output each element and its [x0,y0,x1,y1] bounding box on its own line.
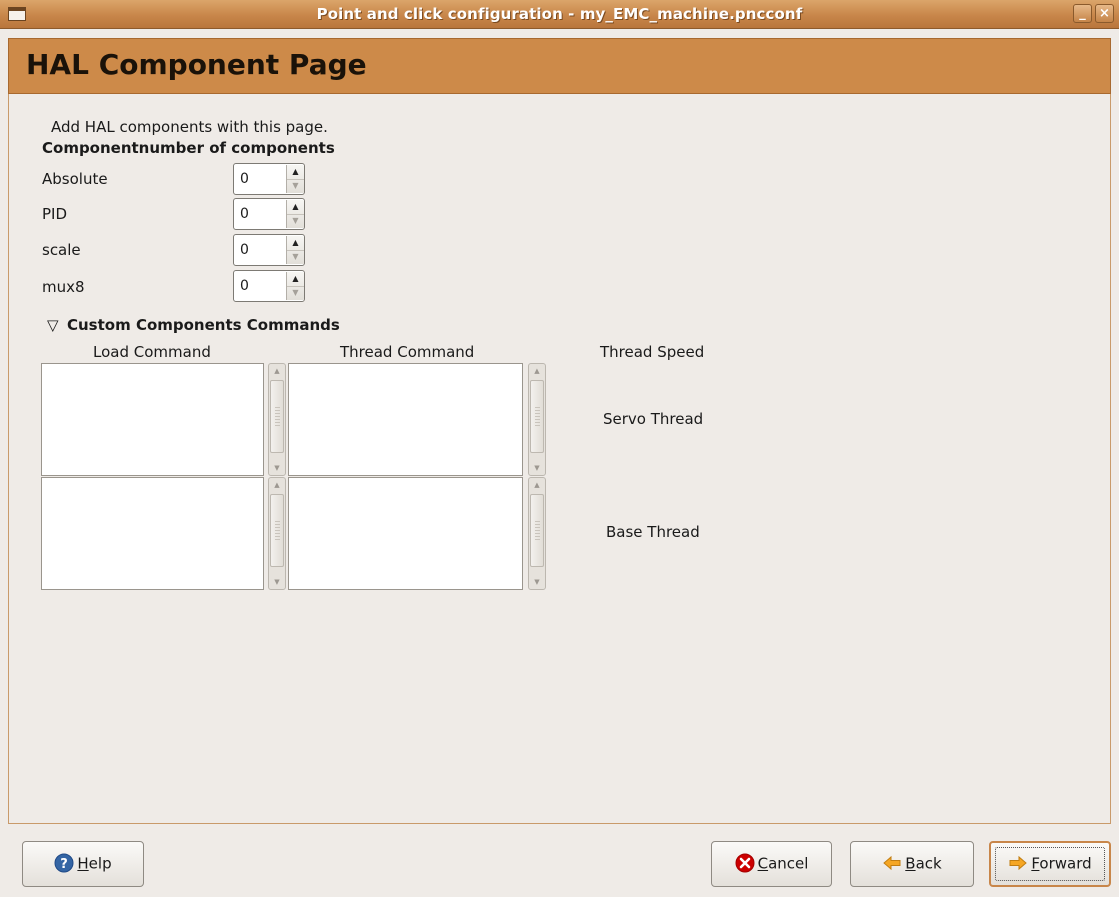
back-arrow-icon [883,855,901,871]
cancel-mnemonic: C [757,854,769,873]
component-label-absolute: Absolute [42,170,108,188]
svg-text:?: ? [61,857,69,872]
spin-buttons: ▲ ▼ [286,272,304,300]
spin-buttons: ▲ ▼ [286,200,304,228]
base-thread-scrollbar[interactable]: ▲ ▼ [528,477,546,590]
base-thread-command-textview[interactable] [288,477,523,590]
spin-value[interactable]: 0 [240,278,249,294]
scroll-thumb[interactable] [530,380,544,453]
scroll-up-arrow-icon[interactable]: ▲ [531,365,543,377]
spin-up-arrow-icon[interactable]: ▲ [287,165,304,180]
absolute-spinbutton[interactable]: 0 ▲ ▼ [233,163,305,195]
thread-speed-header: Thread Speed [600,343,705,361]
component-label-scale: scale [42,241,81,259]
base-load-scrollbar[interactable]: ▲ ▼ [268,477,286,590]
spin-up-arrow-icon[interactable]: ▲ [287,200,304,215]
cancel-button[interactable]: Cancel [711,841,832,887]
back-label: ack [915,854,942,873]
spin-value[interactable]: 0 [240,242,249,258]
servo-load-scrollbar[interactable]: ▲ ▼ [268,363,286,476]
help-mnemonic: H [77,854,89,873]
custom-components-expander[interactable]: ▽ Custom Components Commands [47,316,340,334]
spin-down-arrow-icon[interactable]: ▼ [287,214,304,228]
window-title: Point and click configuration - my_EMC_m… [316,5,803,23]
scroll-down-arrow-icon[interactable]: ▼ [271,462,283,474]
scroll-thumb[interactable] [530,494,544,567]
base-thread-label: Base Thread [606,523,700,541]
spin-value[interactable]: 0 [240,206,249,222]
page-header: HAL Component Page [8,38,1111,94]
spin-up-arrow-icon[interactable]: ▲ [287,236,304,251]
help-icon: ? [54,853,74,873]
back-button[interactable]: Back [850,841,974,887]
thread-command-header: Thread Command [340,343,475,361]
triangle-down-icon[interactable]: ▽ [47,316,67,334]
scroll-thumb[interactable] [270,380,284,453]
mux8-spinbutton[interactable]: 0 ▲ ▼ [233,270,305,302]
base-load-command-textview[interactable] [41,477,264,590]
help-button[interactable]: ? Help [22,841,144,887]
cancel-label: ancel [768,854,809,873]
scroll-thumb[interactable] [270,494,284,567]
page-title: HAL Component Page [26,48,367,81]
forward-arrow-icon [1009,855,1028,871]
help-label: elp [88,854,112,873]
expander-label: Custom Components Commands [67,316,340,334]
spin-buttons: ▲ ▼ [286,236,304,264]
intro-text: Add HAL components with this page. [51,118,328,136]
close-button[interactable]: × [1095,4,1114,23]
scale-spinbutton[interactable]: 0 ▲ ▼ [233,234,305,266]
spin-up-arrow-icon[interactable]: ▲ [287,272,304,287]
component-label-mux8: mux8 [42,278,85,296]
spin-down-arrow-icon[interactable]: ▼ [287,179,304,193]
scroll-up-arrow-icon[interactable]: ▲ [271,479,283,491]
window-titlebar[interactable]: Point and click configuration - my_EMC_m… [0,0,1119,29]
back-mnemonic: B [905,854,916,873]
forward-button[interactable]: Forward [989,841,1111,887]
minimize-button[interactable]: _ [1073,4,1092,23]
scroll-down-arrow-icon[interactable]: ▼ [531,576,543,588]
forward-label: orward [1039,854,1092,873]
components-header: Componentnumber of components [42,139,335,157]
cancel-icon [735,853,755,873]
spin-down-arrow-icon[interactable]: ▼ [287,250,304,264]
servo-thread-scrollbar[interactable]: ▲ ▼ [528,363,546,476]
pid-spinbutton[interactable]: 0 ▲ ▼ [233,198,305,230]
component-label-pid: PID [42,205,68,223]
scroll-down-arrow-icon[interactable]: ▼ [271,576,283,588]
spin-value[interactable]: 0 [240,171,249,187]
spin-buttons: ▲ ▼ [286,165,304,193]
load-command-header: Load Command [93,343,211,361]
scroll-up-arrow-icon[interactable]: ▲ [531,479,543,491]
scroll-down-arrow-icon[interactable]: ▼ [531,462,543,474]
servo-thread-label: Servo Thread [603,410,704,428]
spin-down-arrow-icon[interactable]: ▼ [287,286,304,300]
servo-load-command-textview[interactable] [41,363,264,476]
servo-thread-command-textview[interactable] [288,363,523,476]
scroll-up-arrow-icon[interactable]: ▲ [271,365,283,377]
